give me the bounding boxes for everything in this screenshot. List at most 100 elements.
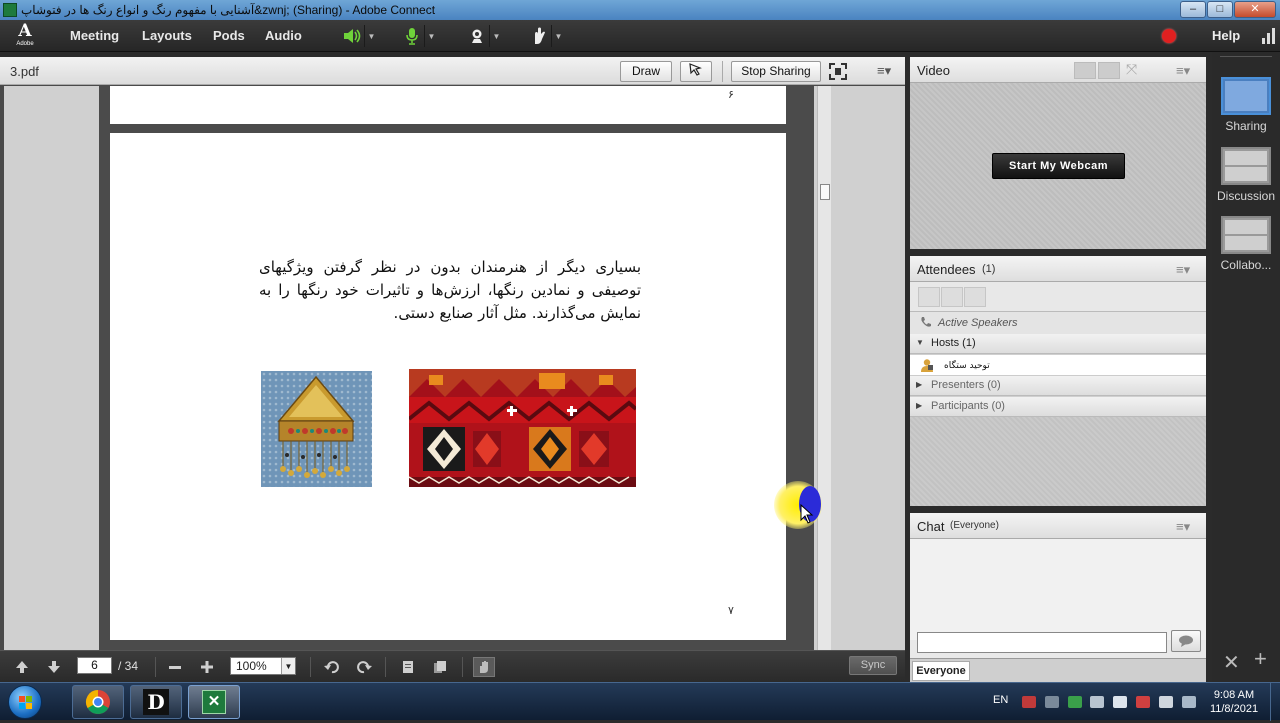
fullscreen-icon[interactable]: ⤧ — [1126, 61, 1137, 78]
zoom-select[interactable]: 100% ▼ — [230, 657, 296, 675]
attendee-row[interactable]: توحید ستگاه — [910, 355, 1206, 376]
layout-discussion[interactable]: Discussion — [1217, 147, 1275, 203]
layout-sharing[interactable]: Sharing — [1217, 77, 1275, 133]
scrollbar-thumb[interactable] — [820, 184, 830, 200]
pod-menu-icon[interactable]: ≡▾ — [1176, 519, 1190, 535]
zoom-in-button[interactable] — [196, 657, 218, 677]
start-webcam-button[interactable]: Start My Webcam — [992, 153, 1125, 179]
chat-tab-everyone[interactable]: Everyone — [912, 661, 970, 681]
start-button[interactable] — [8, 685, 42, 719]
menu-help[interactable]: Help — [1212, 28, 1240, 43]
pod-menu-icon[interactable]: ≡▾ — [1176, 262, 1190, 278]
taskbar-chrome[interactable] — [72, 685, 124, 719]
minimize-button[interactable]: – — [1180, 1, 1206, 18]
maximize-button[interactable]: □ — [1207, 1, 1233, 18]
participants-group[interactable]: ▶ Participants (0) — [910, 397, 1206, 417]
menu-meeting[interactable]: Meeting — [70, 28, 119, 43]
chat-tabs: Everyone — [910, 658, 1206, 682]
pan-tool-button[interactable] — [473, 657, 495, 677]
tray-network-icon[interactable] — [1045, 696, 1059, 708]
layouts-panel: Sharing Discussion Collabo... — [1212, 52, 1280, 682]
chat-pod-title: Chat — [917, 519, 945, 534]
pointer-tool-button[interactable] — [680, 61, 712, 82]
taskbar-app-d[interactable]: D — [130, 685, 182, 719]
recording-indicator[interactable] — [1162, 29, 1176, 43]
filmstrip-view-icon[interactable] — [1098, 62, 1120, 79]
menu-pods[interactable]: Pods — [213, 28, 245, 43]
fullscreen-icon[interactable] — [829, 63, 847, 80]
grid-view-icon[interactable] — [1074, 62, 1096, 79]
taskbar-adobe-connect[interactable]: ✕ — [188, 685, 240, 719]
chevron-down-icon[interactable]: ▼ — [424, 25, 438, 47]
phone-icon — [920, 316, 932, 331]
system-clock[interactable]: 9:08 AM 11/8/2021 — [1204, 688, 1264, 716]
close-button[interactable]: ✕ — [1234, 1, 1276, 18]
fit-width-button[interactable] — [397, 657, 419, 677]
collapsed-triangle-icon[interactable]: ▶ — [916, 380, 922, 389]
list-view-icon[interactable] — [918, 287, 940, 307]
user-settings-icon[interactable] — [964, 287, 986, 307]
previous-page-button[interactable] — [11, 657, 33, 677]
chat-input[interactable] — [917, 632, 1167, 653]
adobe-connect-app-icon — [3, 3, 17, 17]
presenters-group[interactable]: ▶ Presenters (0) — [910, 376, 1206, 396]
tray-security-icon[interactable] — [1022, 696, 1036, 708]
collapsed-triangle-icon[interactable]: ▶ — [916, 401, 922, 410]
chat-scope: (Everyone) — [950, 520, 999, 531]
close-icon[interactable]: ✕ — [1223, 650, 1240, 675]
zoom-value: 100% — [236, 659, 267, 673]
webcam-control[interactable]: ▼ — [465, 25, 503, 47]
minus-icon — [169, 666, 181, 669]
tray-volume-icon[interactable] — [1090, 696, 1104, 708]
draw-button[interactable]: Draw — [620, 61, 672, 82]
microphone-control[interactable]: ▼ — [400, 25, 438, 47]
pod-menu-icon[interactable]: ≡▾ — [1176, 63, 1190, 79]
tray-update-icon[interactable] — [1068, 696, 1082, 708]
tray-display-icon[interactable] — [1113, 696, 1127, 708]
vertical-scrollbar[interactable] — [817, 86, 831, 650]
speaker-icon[interactable] — [340, 25, 364, 47]
pod-menu-icon[interactable]: ≡▾ — [877, 63, 891, 79]
chevron-down-icon[interactable]: ▼ — [551, 25, 565, 47]
attendee-view-toolbar — [910, 282, 1206, 312]
arrow-down-icon — [48, 661, 60, 673]
hosts-group[interactable]: ▼ Hosts (1) — [910, 334, 1206, 354]
sync-button[interactable]: Sync — [849, 656, 897, 675]
tray-device-icon[interactable] — [1159, 696, 1173, 708]
kilim-rug-image — [409, 369, 636, 487]
menu-layouts[interactable]: Layouts — [142, 28, 192, 43]
show-desktop-button[interactable] — [1270, 683, 1280, 721]
hand-icon — [480, 661, 488, 673]
shared-document-area[interactable]: ۶ بسیاری دیگر از هنرمندان بدون در نظر گر… — [4, 86, 905, 650]
page-total-label: / 34 — [118, 659, 139, 673]
rotate-right-button[interactable] — [353, 657, 375, 677]
layouts-menu-icon[interactable] — [1220, 56, 1272, 62]
window-title: آشنایی با مفهوم رنگ و انواع رنگ ها در فت… — [21, 3, 436, 17]
next-page-button[interactable] — [43, 657, 65, 677]
add-layout-icon[interactable]: + — [1254, 646, 1267, 672]
chat-send-button[interactable] — [1171, 630, 1201, 652]
chevron-down-icon[interactable]: ▼ — [281, 658, 295, 674]
expanded-triangle-icon[interactable]: ▼ — [916, 338, 924, 347]
windows-taskbar: D ✕ EN 9:08 AM 11/8/2021 — [0, 682, 1280, 721]
fit-page-button[interactable] — [429, 657, 451, 677]
tray-monitor-icon[interactable] — [1182, 696, 1196, 708]
stop-sharing-button[interactable]: Stop Sharing — [731, 61, 821, 82]
windows-logo-icon — [19, 696, 32, 709]
breakout-view-icon[interactable] — [941, 287, 963, 307]
rotate-left-button[interactable] — [321, 657, 343, 677]
zoom-out-button[interactable] — [164, 657, 186, 677]
chevron-down-icon[interactable]: ▼ — [364, 25, 378, 47]
webcam-icon[interactable] — [465, 25, 489, 47]
page-number-input[interactable]: 6 — [77, 657, 112, 674]
tray-flag-icon[interactable] — [1136, 696, 1150, 708]
speaker-control[interactable]: ▼ — [340, 25, 378, 47]
language-indicator[interactable]: EN — [993, 694, 1008, 706]
menu-audio[interactable]: Audio — [265, 28, 302, 43]
chevron-down-icon[interactable]: ▼ — [489, 25, 503, 47]
document-body-text: بسیاری دیگر از هنرمندان بدون در نظر گرفت… — [259, 258, 641, 322]
raise-hand-icon[interactable] — [527, 25, 551, 47]
layout-collaboration[interactable]: Collabo... — [1217, 216, 1275, 272]
status-control[interactable]: ▼ — [527, 25, 565, 47]
microphone-icon[interactable] — [400, 25, 424, 47]
